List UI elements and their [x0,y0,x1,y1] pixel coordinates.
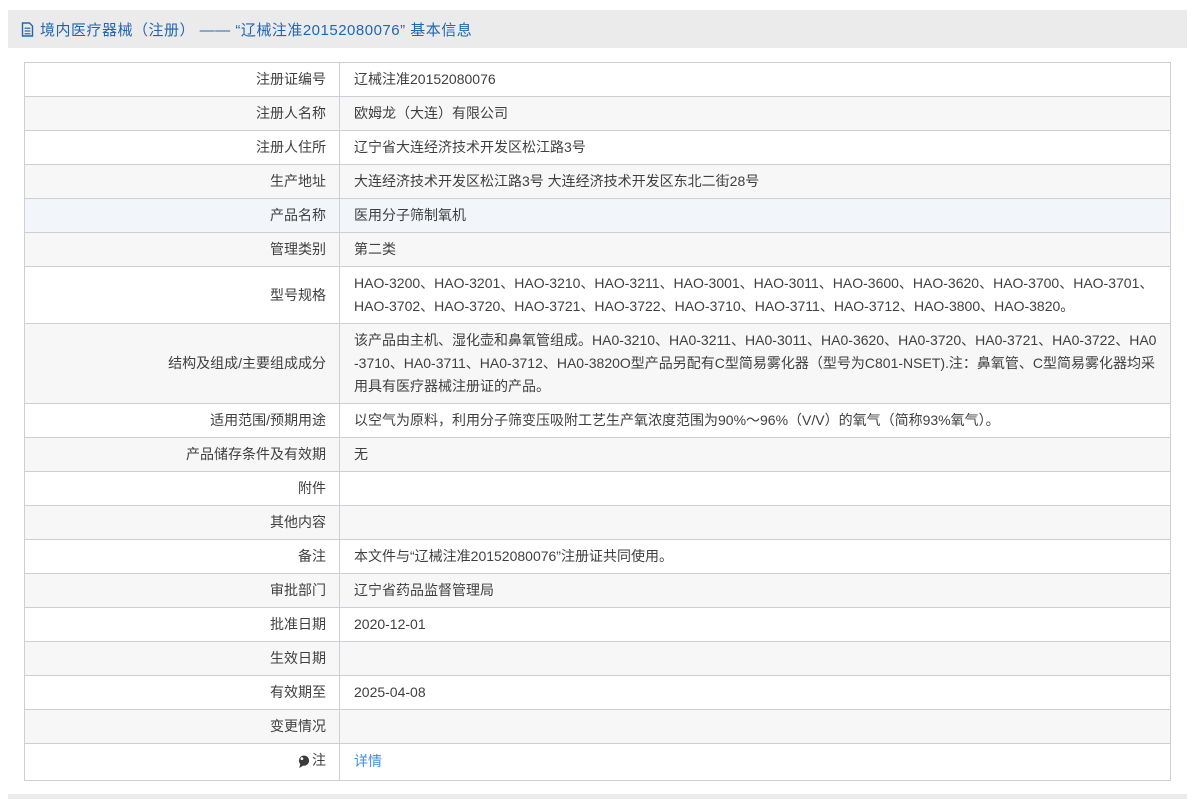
table-row: 管理类别 第二类 [25,233,1171,267]
table-row: 结构及组成/主要组成成分 该产品由主机、湿化壶和鼻氧管组成。HA0-3210、H… [25,324,1171,404]
comment-balloon-icon [298,755,310,769]
row-value: 详情 [340,744,1171,781]
table-row: 批准日期 2020-12-01 [25,608,1171,642]
row-label: 注册人名称 [25,97,340,131]
row-label: 注册证编号 [25,63,340,97]
table-row: 生产地址 大连经济技术开发区松江路3号 大连经济技术开发区东北二街28号 [25,165,1171,199]
table-row: 注 详情 [25,744,1171,781]
table-row: 产品名称 医用分子筛制氧机 [25,199,1171,233]
note-detail-link[interactable]: 详情 [354,753,382,769]
row-label: 注册人住所 [25,131,340,165]
row-label: 附件 [25,472,340,506]
row-label: 变更情况 [25,710,340,744]
content-area: 注册证编号 辽械注准20152080076 注册人名称 欧姆龙（大连）有限公司 … [8,48,1187,794]
row-label: 适用范围/预期用途 [25,404,340,438]
row-value: 本文件与“辽械注准20152080076”注册证共同使用。 [340,540,1171,574]
row-value [340,472,1171,506]
row-label: 备注 [25,540,340,574]
table-row: 注册人住所 辽宁省大连经济技术开发区松江路3号 [25,131,1171,165]
row-value: 该产品由主机、湿化壶和鼻氧管组成。HA0-3210、HA0-3211、HA0-3… [340,324,1171,404]
page-title: 境内医疗器械（注册） —— “辽械注准20152080076” 基本信息 [40,19,472,40]
table-row: 有效期至 2025-04-08 [25,676,1171,710]
table-row: 型号规格 HAO-3200、HAO-3201、HAO-3210、HAO-3211… [25,267,1171,324]
row-value: 辽械注准20152080076 [340,63,1171,97]
row-value: HAO-3200、HAO-3201、HAO-3210、HAO-3211、HAO-… [340,267,1171,324]
row-value: 医用分子筛制氧机 [340,199,1171,233]
row-value: 2025-04-08 [340,676,1171,710]
table-row: 适用范围/预期用途 以空气为原料，利用分子筛变压吸附工艺生产氧浓度范围为90%～… [25,404,1171,438]
row-label: 产品名称 [25,199,340,233]
table-row: 附件 [25,472,1171,506]
row-label: 注 [25,744,340,781]
row-label: 审批部门 [25,574,340,608]
row-label: 生效日期 [25,642,340,676]
table-row: 备注 本文件与“辽械注准20152080076”注册证共同使用。 [25,540,1171,574]
title-bar: 境内医疗器械（注册） —— “辽械注准20152080076” 基本信息 [8,10,1187,48]
row-label: 管理类别 [25,233,340,267]
row-value: 2020-12-01 [340,608,1171,642]
table-row: 其他内容 [25,506,1171,540]
row-label: 产品储存条件及有效期 [25,438,340,472]
table-row: 注册证编号 辽械注准20152080076 [25,63,1171,97]
row-label: 有效期至 [25,676,340,710]
table-row: 审批部门 辽宁省药品监督管理局 [25,574,1171,608]
row-value [340,506,1171,540]
row-label: 批准日期 [25,608,340,642]
document-icon [21,22,34,37]
row-value [340,642,1171,676]
row-value: 大连经济技术开发区松江路3号 大连经济技术开发区东北二街28号 [340,165,1171,199]
table-row: 生效日期 [25,642,1171,676]
table-row: 注册人名称 欧姆龙（大连）有限公司 [25,97,1171,131]
row-label: 结构及组成/主要组成成分 [25,324,340,404]
row-label: 其他内容 [25,506,340,540]
row-value: 辽宁省药品监督管理局 [340,574,1171,608]
table-row: 产品储存条件及有效期 无 [25,438,1171,472]
row-value: 无 [340,438,1171,472]
row-label: 生产地址 [25,165,340,199]
row-value [340,710,1171,744]
table-row: 变更情况 [25,710,1171,744]
row-value: 第二类 [340,233,1171,267]
row-label: 型号规格 [25,267,340,324]
row-value: 欧姆龙（大连）有限公司 [340,97,1171,131]
row-value: 辽宁省大连经济技术开发区松江路3号 [340,131,1171,165]
row-value: 以空气为原料，利用分子筛变压吸附工艺生产氧浓度范围为90%～96%（V/V）的氧… [340,404,1171,438]
note-label-text: 注 [312,749,326,772]
page-container: 境内医疗器械（注册） —— “辽械注准20152080076” 基本信息 注册证… [8,10,1187,799]
registration-info-table: 注册证编号 辽械注准20152080076 注册人名称 欧姆龙（大连）有限公司 … [24,62,1171,781]
